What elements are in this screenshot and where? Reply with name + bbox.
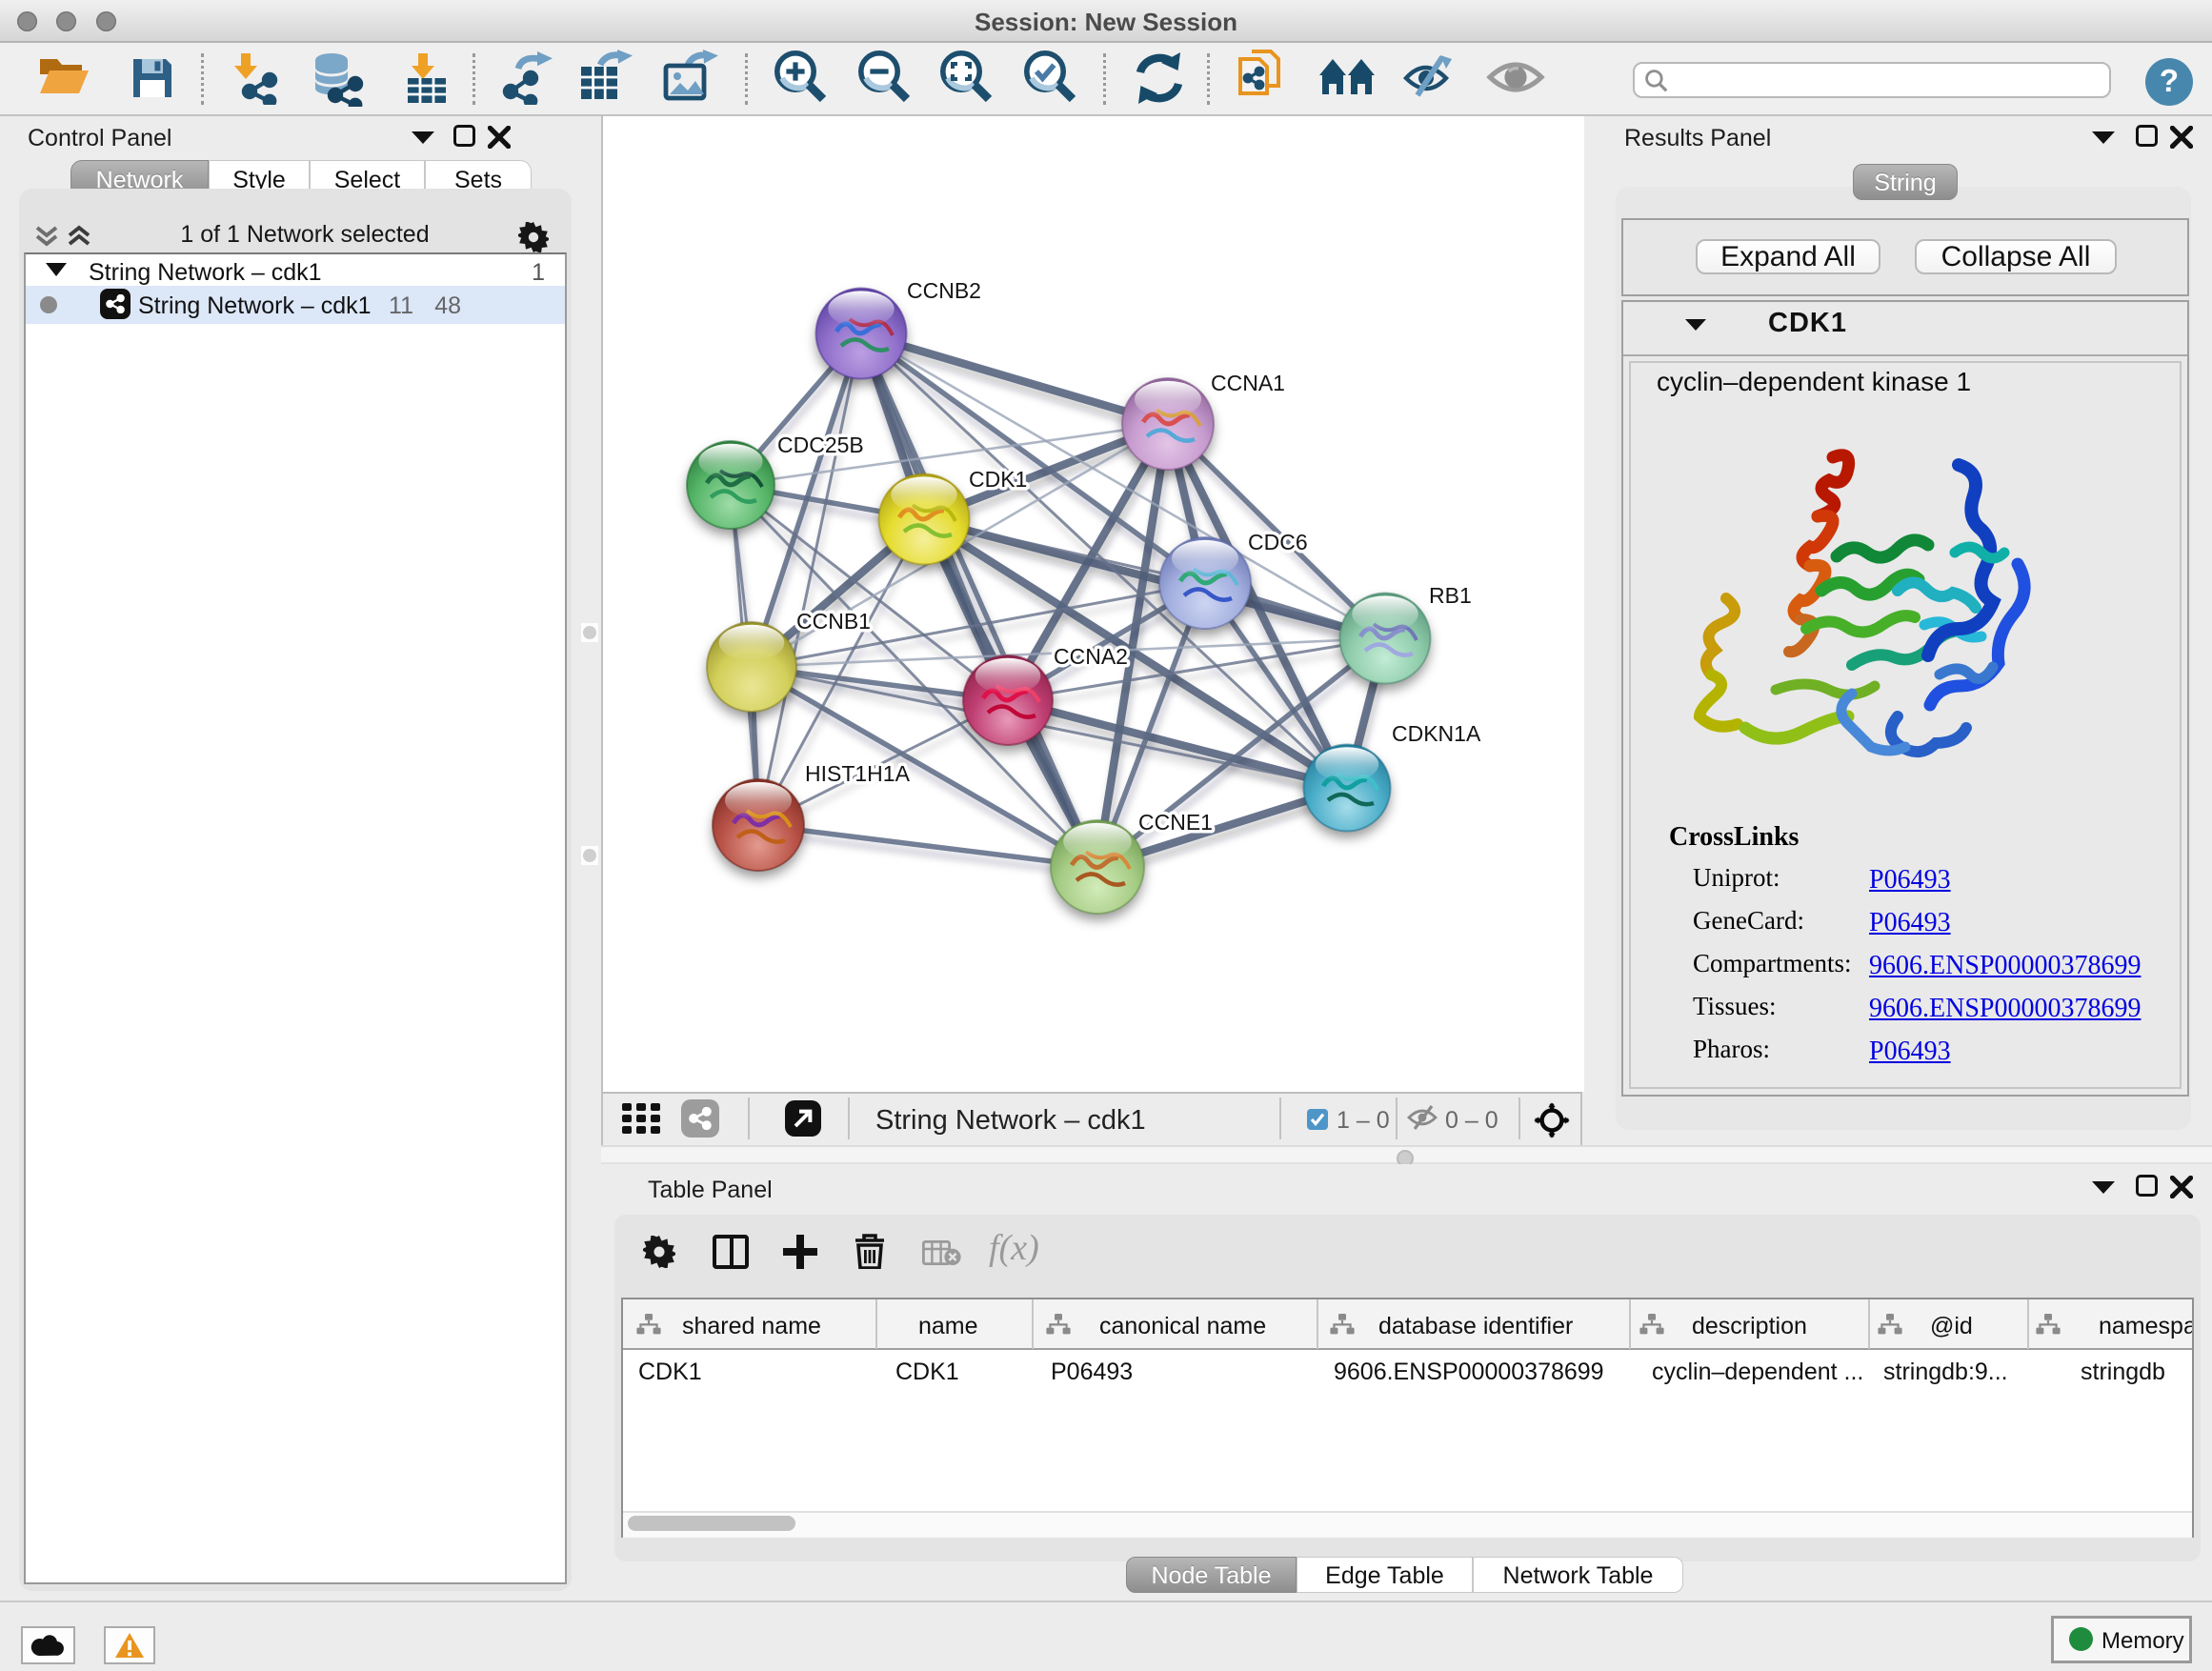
svg-text:RB1: RB1 — [1429, 583, 1472, 608]
svg-text:CDC6: CDC6 — [1248, 530, 1308, 554]
svg-text:CDKN1A: CDKN1A — [1392, 721, 1481, 746]
svg-text:CCNB1: CCNB1 — [796, 609, 871, 634]
svg-text:CCNB2: CCNB2 — [907, 278, 981, 303]
svg-text:HIST1H1A: HIST1H1A — [805, 761, 911, 786]
svg-text:CCNA1: CCNA1 — [1211, 371, 1285, 395]
svg-text:CDK1: CDK1 — [969, 467, 1027, 492]
svg-text:CCNA2: CCNA2 — [1054, 644, 1128, 669]
svg-text:CDC25B: CDC25B — [777, 433, 864, 457]
svg-text:CCNE1: CCNE1 — [1138, 810, 1213, 835]
